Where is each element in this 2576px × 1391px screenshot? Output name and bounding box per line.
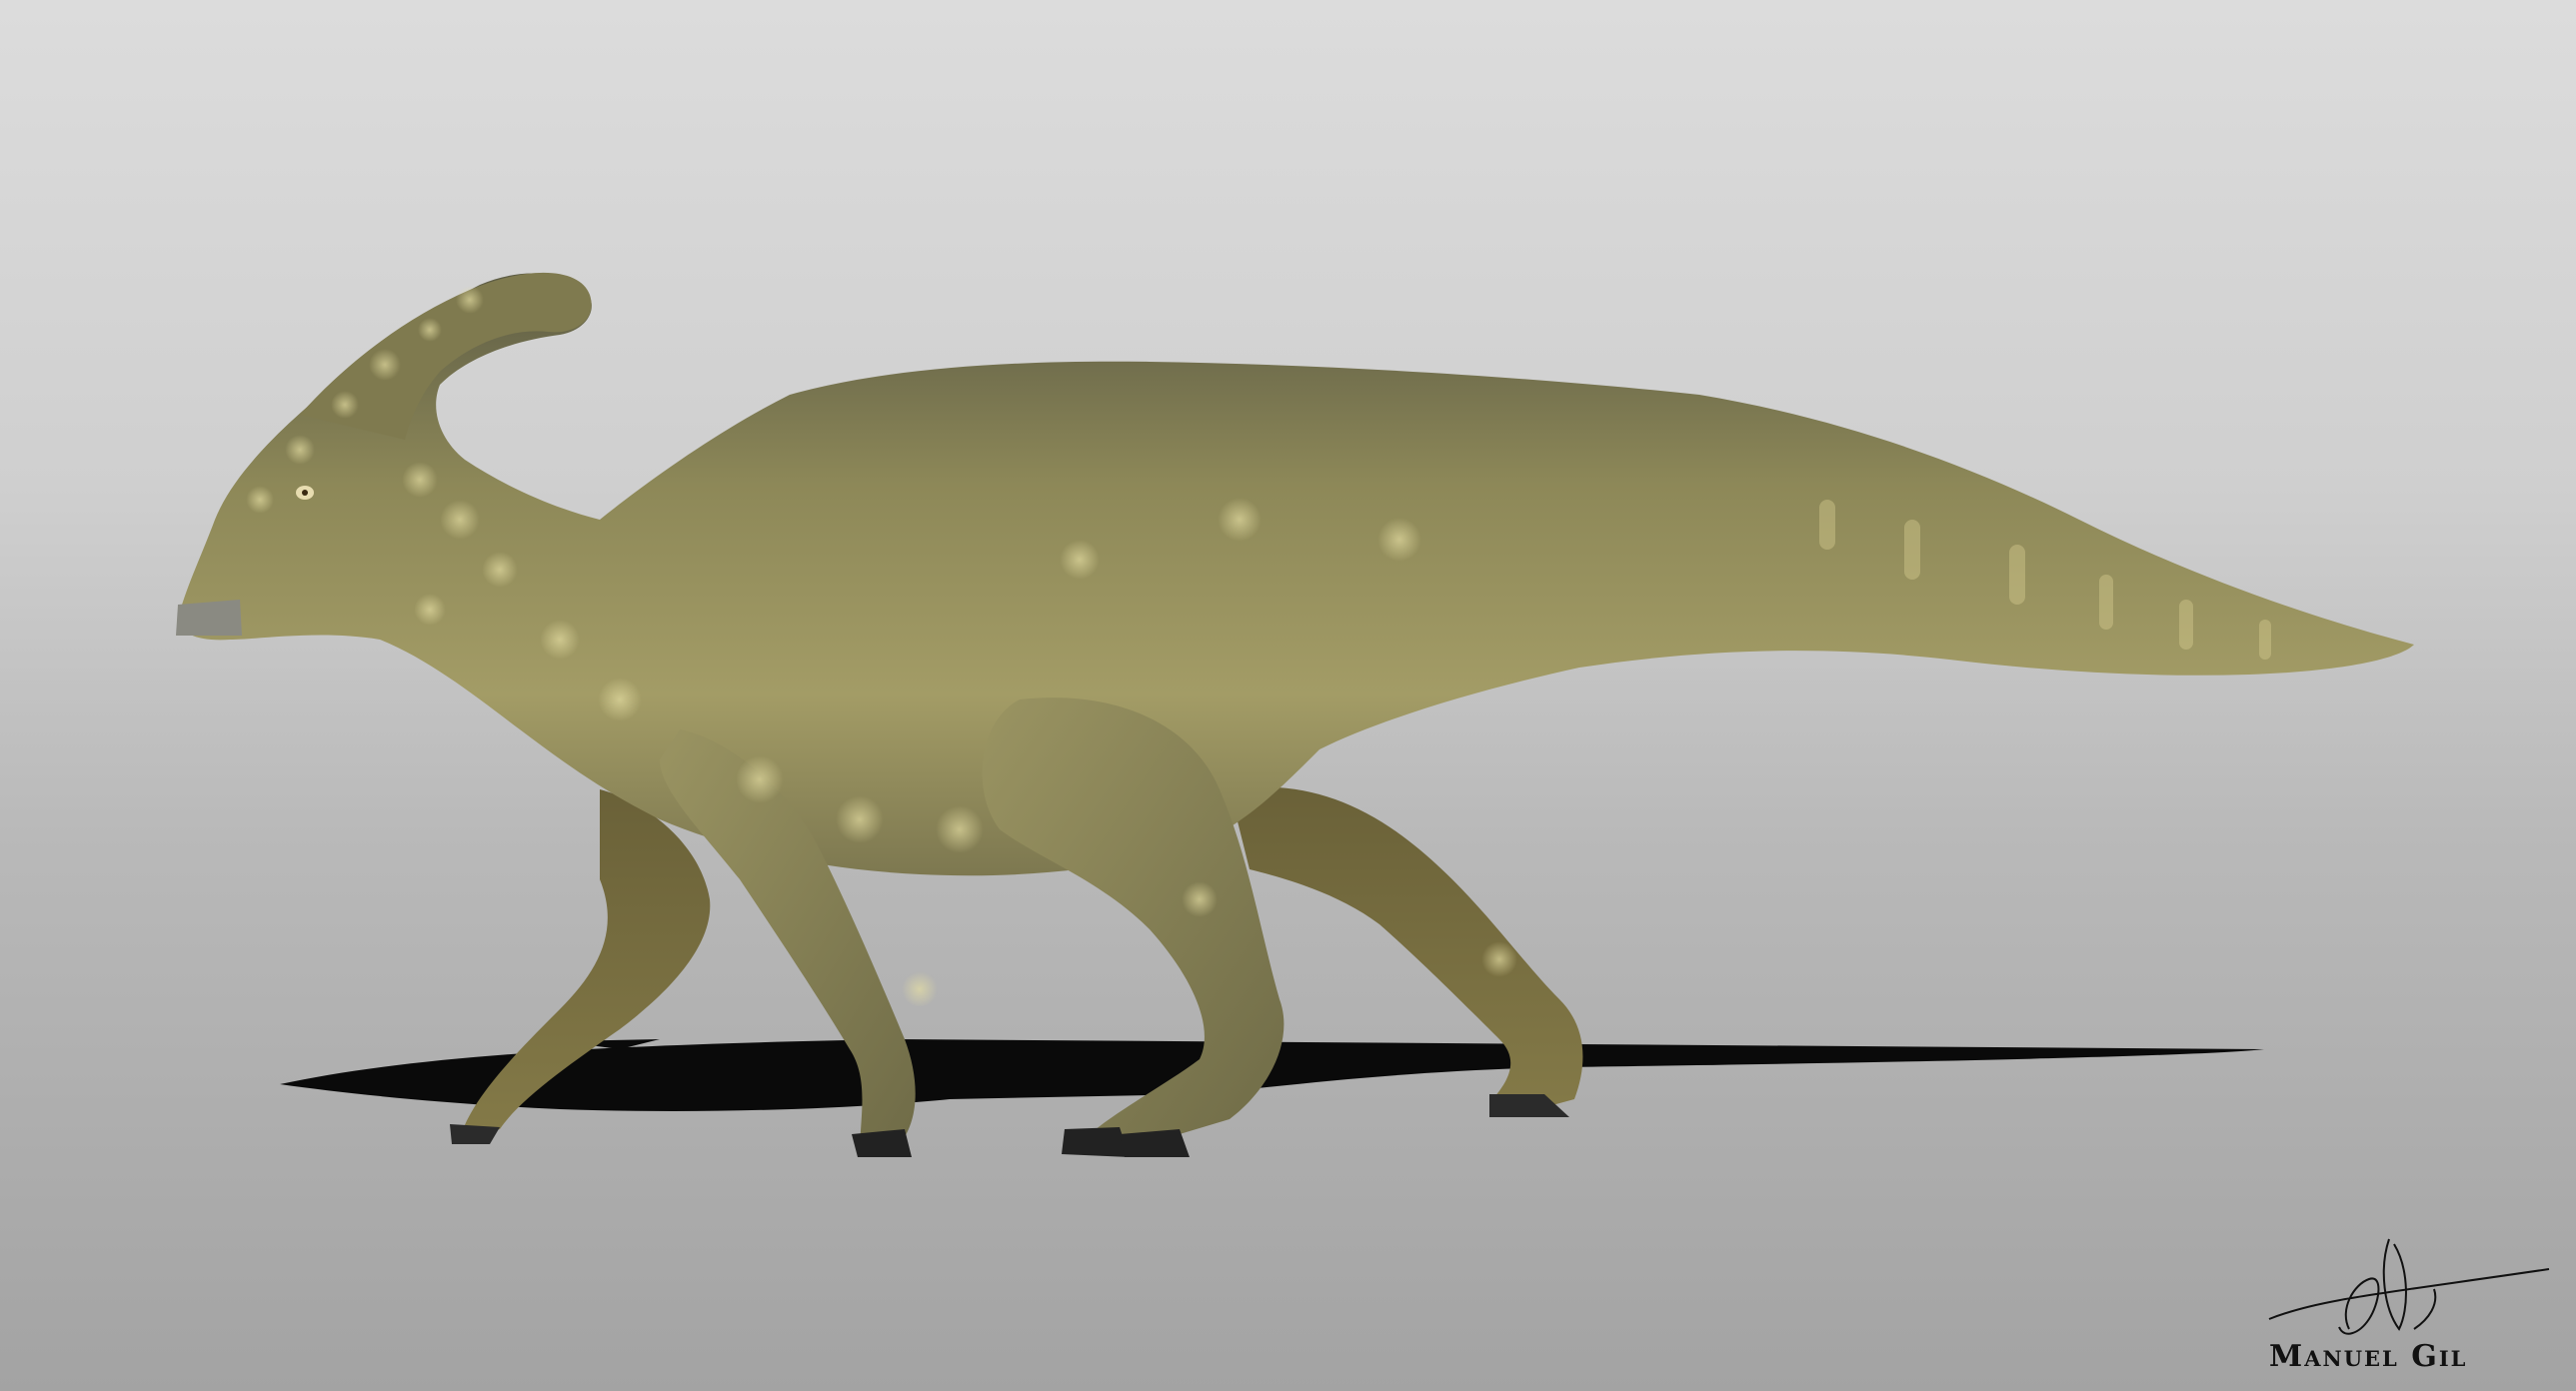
illustration-canvas: Manuel Gil (0, 0, 2576, 1391)
parasaurolophus-illustration (176, 272, 2414, 1157)
artist-credit: Manuel Gil (2269, 1339, 2468, 1374)
beak (176, 600, 242, 636)
eye (296, 486, 314, 500)
